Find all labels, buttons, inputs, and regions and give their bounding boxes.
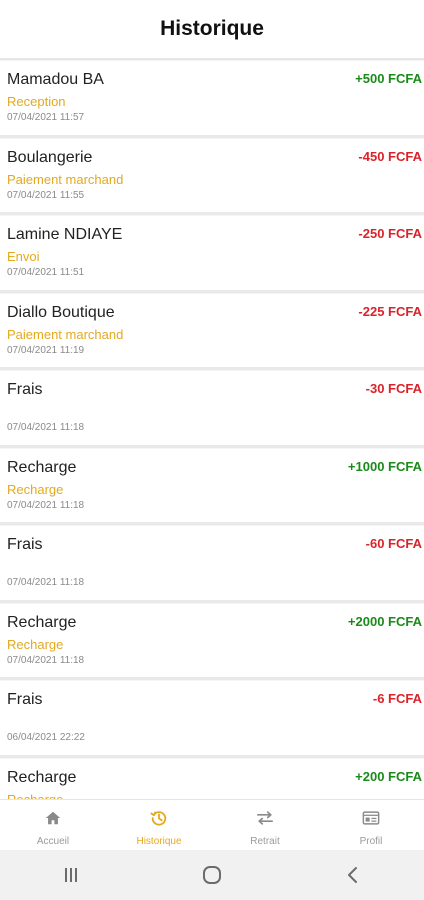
transaction-row[interactable]: Frais 07/04/2021 11:18 -60 FCFA	[0, 525, 424, 603]
home-circle-icon	[202, 866, 221, 884]
history-icon	[150, 811, 167, 826]
tab-retrait[interactable]: Retrait	[212, 800, 318, 850]
transaction-date: 07/04/2021 11:51	[7, 267, 85, 278]
home-icon	[45, 811, 61, 825]
transaction-amount: -30 FCFA	[365, 381, 422, 396]
transaction-date: 07/04/2021 11:18	[7, 499, 85, 511]
transaction-row[interactable]: Boulangerie Paiement marchand 07/04/2021…	[0, 137, 424, 215]
transaction-row[interactable]: Recharge Recharge +200 FCFA	[0, 757, 424, 800]
transaction-date: 07/04/2021 11:55	[7, 189, 85, 201]
transaction-name: Frais	[7, 381, 43, 398]
transfer-arrows-icon	[256, 811, 274, 825]
transaction-row[interactable]: Diallo Boutique Paiement marchand 07/04/…	[0, 292, 424, 370]
transaction-amount: -6 FCFA	[372, 691, 422, 706]
transaction-amount: +1000 FCFA	[347, 458, 422, 474]
system-back-button[interactable]	[333, 855, 373, 895]
tab-label: Accueil	[36, 836, 70, 847]
transaction-type: Paiement marchand	[7, 171, 124, 187]
system-navigation-bar	[0, 850, 424, 900]
id-card-icon	[362, 811, 380, 825]
transaction-date: 07/04/2021 11:57	[7, 112, 85, 123]
transaction-date: 07/04/2021 11:19	[7, 344, 85, 356]
tab-label: Historique	[136, 836, 182, 847]
transaction-type: Reception	[7, 94, 66, 109]
transaction-row[interactable]: Lamine NDIAYE Envoi 07/04/2021 11:51 -25…	[0, 215, 424, 293]
transaction-name: Frais	[7, 536, 43, 553]
transaction-name: Diallo Boutique	[7, 303, 115, 321]
recent-apps-icon	[64, 868, 77, 882]
transaction-type: Recharge	[7, 481, 64, 497]
transaction-name: Recharge	[7, 458, 77, 476]
transaction-amount: -250 FCFA	[358, 226, 422, 241]
back-chevron-icon	[348, 867, 358, 883]
tab-profil[interactable]: Profil	[318, 800, 424, 850]
tab-label: Retrait	[250, 836, 280, 847]
tab-historique[interactable]: Historique	[106, 800, 212, 850]
transaction-amount: +200 FCFA	[355, 768, 422, 784]
transaction-name: Recharge	[7, 768, 77, 786]
transaction-date: 07/04/2021 11:18	[7, 422, 85, 433]
transaction-amount: +500 FCFA	[355, 71, 422, 86]
transaction-type: Envoi	[7, 249, 40, 264]
transaction-type: Paiement marchand	[7, 326, 124, 342]
transaction-amount: -225 FCFA	[358, 303, 422, 319]
transaction-row[interactable]: Recharge Recharge 07/04/2021 11:18 +2000…	[0, 602, 424, 680]
transaction-row[interactable]: Recharge Recharge 07/04/2021 11:18 +1000…	[0, 447, 424, 525]
tab-label: Profil	[359, 836, 383, 847]
transaction-name: Frais	[7, 691, 43, 708]
transaction-type: Recharge	[7, 791, 64, 800]
transaction-row[interactable]: Mamadou BA Reception 07/04/2021 11:57 +5…	[0, 60, 424, 138]
transaction-amount: -450 FCFA	[358, 148, 422, 164]
transaction-date: 06/04/2021 22:22	[7, 732, 85, 743]
bottom-tab-bar: Accueil Historique Retrait Profil	[0, 799, 424, 850]
transaction-date: 07/04/2021 11:18	[7, 577, 85, 588]
transaction-list[interactable]: Mamadou BA Reception 07/04/2021 11:57 +5…	[0, 60, 424, 799]
transaction-name: Boulangerie	[7, 148, 93, 166]
transaction-name: Mamadou BA	[7, 71, 104, 88]
transaction-name: Recharge	[7, 613, 77, 631]
transaction-type: Recharge	[7, 636, 64, 652]
transaction-amount: -60 FCFA	[365, 536, 422, 551]
transaction-row[interactable]: Frais 06/04/2021 22:22 -6 FCFA	[0, 680, 424, 758]
transaction-date: 07/04/2021 11:18	[7, 654, 85, 666]
transaction-amount: +2000 FCFA	[347, 613, 422, 629]
recent-apps-button[interactable]	[51, 855, 91, 895]
transaction-name: Lamine NDIAYE	[7, 226, 123, 243]
page-title: Historique	[160, 17, 264, 40]
system-home-button[interactable]	[192, 855, 232, 895]
tab-accueil[interactable]: Accueil	[0, 800, 106, 850]
app-header: Historique	[0, 0, 424, 60]
transaction-row[interactable]: Frais 07/04/2021 11:18 -30 FCFA	[0, 370, 424, 448]
